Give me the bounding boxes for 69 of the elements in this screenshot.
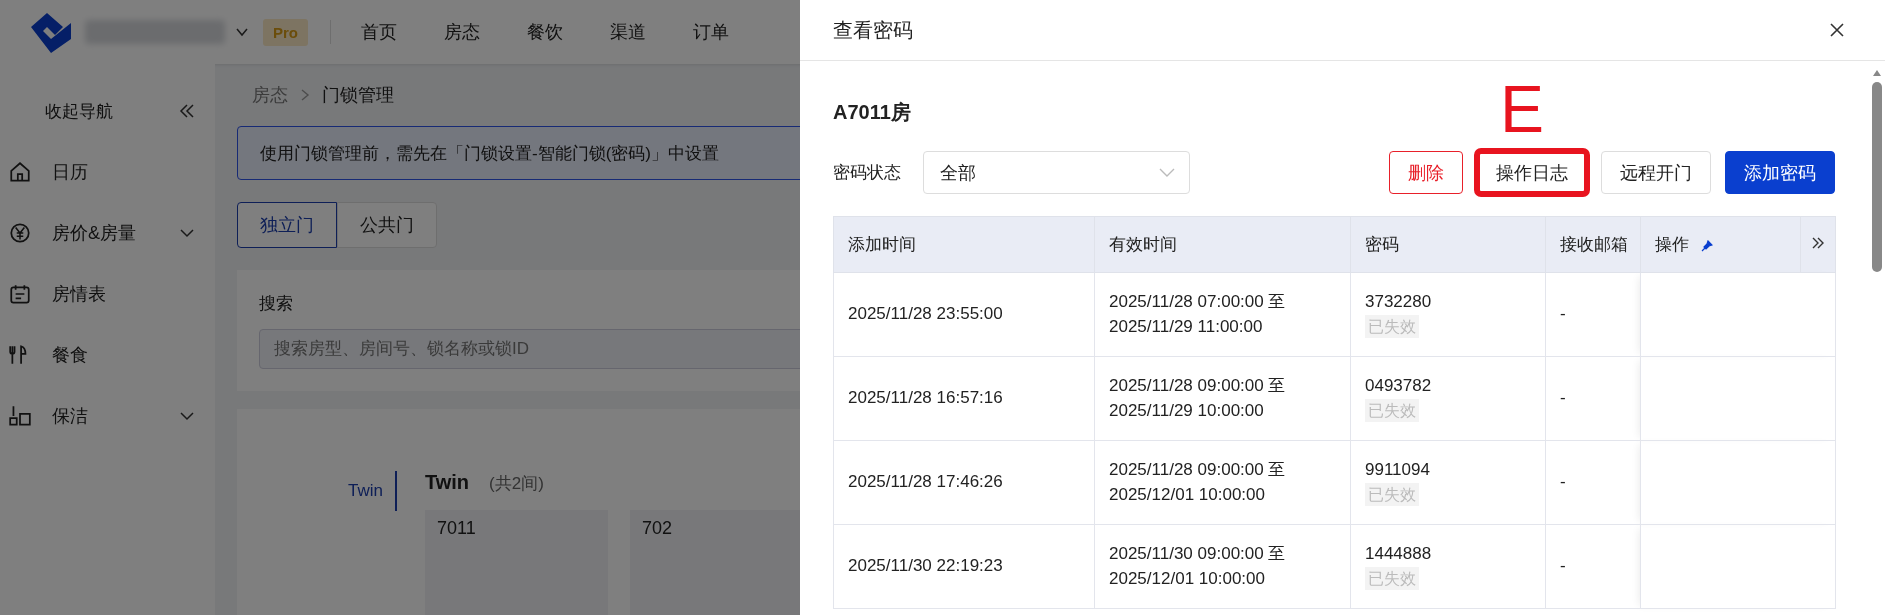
table-cell: 2025/11/30 09:00:00 至 2025/12/01 10:00:00 [1094,524,1351,609]
double-chevron-right-icon[interactable] [1811,235,1825,250]
sidebar-item[interactable]: 保洁 [52,403,179,428]
breadcrumb-current: 门锁管理 [322,84,394,107]
table-cell: 2025/11/28 09:00:00 至 2025/11/29 10:00:00 [1094,356,1351,441]
sidebar-item[interactable]: 房情表 [52,281,195,306]
status-tag: 已失效 [1365,398,1419,422]
nav-link[interactable]: 渠道 [610,20,646,44]
password-text: 0493782 [1365,375,1432,395]
nav-link[interactable]: 房态 [444,20,480,44]
door-tab[interactable]: 公共门 [337,202,437,248]
nav-link[interactable]: 首页 [361,20,397,44]
sidebar-icon[interactable] [8,220,32,245]
info-alert: 使用门锁管理前，需先在「门锁设置-智能门锁(密码)」中设置 [237,126,800,180]
annotation-letter: E [1500,76,1545,142]
scrollbar-thumb[interactable] [1872,82,1882,272]
password-text: 3732280 [1365,291,1432,311]
status-select[interactable]: 全部 [923,151,1190,194]
chevron-down-icon[interactable] [179,410,195,421]
column-header: 有效时间 [1094,216,1351,273]
room-card[interactable]: 702 [630,510,800,615]
room-card[interactable]: 7011 [425,510,608,615]
action-button[interactable]: 添加密码 [1725,151,1835,194]
table-cell: - [1545,272,1641,357]
table-cell: - [1545,356,1641,441]
table-cell: - [1545,440,1641,525]
sidebar-item[interactable]: 日历 [52,159,195,184]
table-cell: 2025/11/28 23:55:00 [833,272,1095,357]
action-button[interactable]: 远程开门 [1601,151,1711,194]
room-title: A7011房 [833,100,911,125]
table-cell: 2025/11/28 07:00:00 至 2025/11/29 11:00:00 [1094,272,1351,357]
chevron-down-icon[interactable] [179,227,195,238]
nav-link[interactable]: 订单 [693,20,729,44]
room-type-title: Twin [425,471,470,494]
breadcrumb-link[interactable]: 房态 [252,83,288,107]
sidebar-item[interactable]: 餐食 [52,342,195,367]
drawer-title: 查看密码 [833,17,913,43]
table-cell: 2025/11/28 17:46:26 [833,440,1095,525]
filter-label: 密码状态 [833,162,901,184]
collapse-nav-label[interactable]: 收起导航 [45,99,113,123]
scroll-up-icon[interactable] [1873,70,1881,76]
password-text: 1444888 [1365,543,1432,563]
action-button[interactable]: 操作日志 [1477,151,1587,194]
table-cell: 2025/11/28 09:00:00 至 2025/12/01 10:00:00 [1094,440,1351,525]
close-icon[interactable] [1829,22,1845,38]
search-label: 搜索 [259,293,293,315]
pro-badge: Pro [263,18,308,46]
table-cell: 2025/11/30 22:19:23 [833,524,1095,609]
door-tab[interactable]: 独立门 [237,202,337,248]
table-cell: 2025/11/28 16:57:16 [833,356,1095,441]
double-chevron-left-icon[interactable] [179,104,195,118]
pin-icon[interactable] [1701,239,1713,252]
column-header: 密码 [1350,216,1546,273]
column-header: 操作 [1640,216,1801,273]
room-type-tab[interactable]: Twin [336,471,397,511]
nav-link[interactable]: 餐饮 [527,20,563,44]
search-field[interactable]: 搜索房型、房间号、锁名称或锁ID [259,329,800,369]
status-tag: 已失效 [1365,566,1419,590]
column-header: 添加时间 [833,216,1095,273]
password-text: 9911094 [1365,459,1430,479]
status-tag: 已失效 [1365,482,1419,506]
action-button[interactable]: 删除 [1389,151,1463,194]
sidebar-item[interactable]: 房价&房量 [52,220,179,245]
status-tag: 已失效 [1365,314,1419,338]
sidebar-icon[interactable] [8,403,32,428]
room-count: (共2间) [489,473,544,495]
chevron-right-icon [300,88,310,102]
column-header: 接收邮箱 [1545,216,1641,273]
table-cell: - [1545,524,1641,609]
